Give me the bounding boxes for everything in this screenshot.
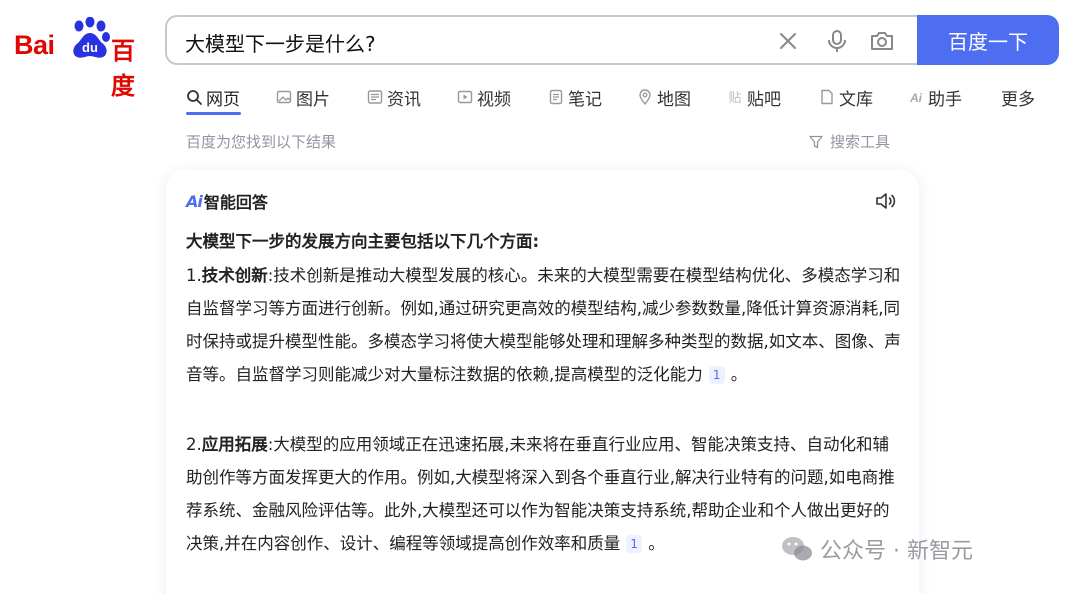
tab-wenku[interactable]: 文库: [819, 80, 873, 114]
ai-icon: Ai: [186, 191, 203, 211]
tab-label: 文库: [839, 89, 873, 110]
baidu-logo[interactable]: Bai du 百度: [14, 16, 149, 100]
tieba-icon: 贴: [727, 89, 743, 106]
news-icon: [367, 89, 383, 105]
video-icon: [457, 89, 473, 105]
item-keyword: 应用拓展: [201, 435, 268, 454]
ai-icon: Ai: [908, 89, 924, 105]
card-title: 智能回答: [203, 193, 268, 212]
svg-text:Ai: Ai: [909, 91, 923, 105]
paw-text: du: [82, 40, 98, 55]
filter-icon: [809, 135, 823, 148]
tab-label: 贴吧: [747, 89, 781, 110]
citation-badge[interactable]: 1: [626, 535, 643, 553]
item-text: :技术创新是推动大模型发展的核心。未来的大模型需要在模型结构优化、多模态学习和自…: [186, 266, 901, 384]
answer-intro: 大模型下一步的发展方向主要包括以下几个方面:: [186, 232, 540, 251]
item-number: 1.: [186, 266, 202, 285]
watermark-text: 公众号 · 新智元: [820, 539, 973, 564]
watermark: 公众号 · 新智元: [780, 533, 973, 565]
tab-label: 更多: [1001, 89, 1035, 110]
tab-tieba[interactable]: 贴 贴吧: [727, 80, 781, 114]
logo-latin: Bai: [14, 30, 55, 60]
tab-label: 助手: [928, 89, 962, 110]
doc-icon: [819, 89, 835, 105]
search-tools-button[interactable]: 搜索工具: [808, 131, 890, 152]
wechat-icon: [782, 537, 812, 561]
tab-more[interactable]: 更多: [1001, 80, 1035, 114]
note-icon: [548, 89, 564, 105]
answer-item: 1.技术创新:技术创新是推动大模型发展的核心。未来的大模型需要在模型结构优化、多…: [186, 259, 902, 391]
image-icon: [276, 89, 292, 105]
citation-badge[interactable]: 1: [708, 366, 725, 384]
search-button[interactable]: 百度一下: [917, 15, 1059, 65]
tab-map[interactable]: 地图: [637, 80, 691, 114]
tab-label: 视频: [477, 89, 511, 110]
speaker-icon[interactable]: [874, 190, 898, 212]
tab-web[interactable]: 网页: [186, 80, 240, 114]
map-pin-icon: [637, 89, 653, 106]
item-end: 。: [730, 365, 748, 384]
search-icon: [186, 89, 202, 105]
search-box[interactable]: 大模型下一步是什么?: [165, 15, 917, 65]
microphone-icon[interactable]: [824, 28, 850, 54]
tab-images[interactable]: 图片: [276, 80, 330, 114]
ai-answer-card: Ai 智能回答 大模型下一步的发展方向主要包括以下几个方面: 1.技术创新:技术…: [166, 170, 919, 594]
camera-icon[interactable]: [869, 28, 895, 54]
item-number: 2.: [186, 435, 202, 454]
active-tab-indicator: [186, 112, 241, 115]
paw-icon: du: [70, 16, 110, 61]
logo-chinese: 百度: [111, 37, 135, 100]
tab-label: 地图: [657, 89, 691, 110]
results-count: 百度为您找到以下结果: [186, 133, 337, 151]
svg-text:贴: 贴: [728, 91, 741, 105]
tab-label: 图片: [296, 89, 330, 110]
item-keyword: 技术创新: [201, 266, 268, 285]
tab-video[interactable]: 视频: [457, 80, 511, 114]
tab-label: 网页: [206, 89, 240, 110]
item-end: 。: [648, 534, 665, 553]
tab-news[interactable]: 资讯: [367, 80, 421, 114]
tab-label: 笔记: [568, 89, 602, 110]
tab-notes[interactable]: 笔记: [548, 80, 602, 114]
clear-icon[interactable]: [775, 28, 801, 54]
tab-label: 资讯: [387, 89, 421, 110]
card-header: Ai 智能回答: [186, 189, 268, 213]
search-input[interactable]: 大模型下一步是什么?: [185, 28, 376, 57]
search-tools-label: 搜索工具: [830, 133, 891, 151]
tab-assistant[interactable]: Ai 助手: [908, 80, 962, 114]
